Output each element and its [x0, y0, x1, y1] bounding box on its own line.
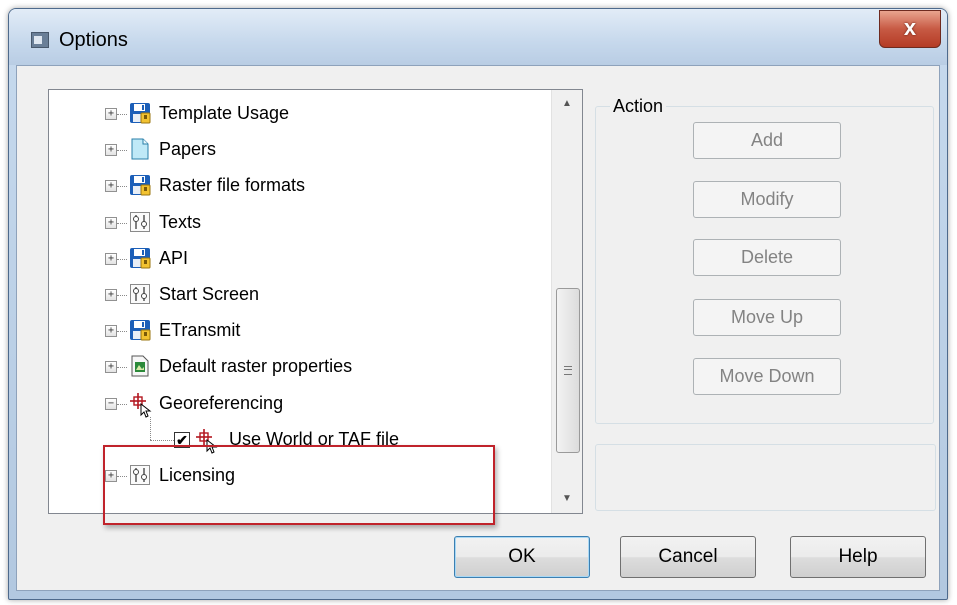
crosshair-cursor-icon	[129, 392, 152, 418]
tree-connector	[117, 331, 127, 333]
title-bar[interactable]: Options x	[9, 9, 947, 65]
tree-connector	[117, 295, 127, 296]
tree-item[interactable]: + ETransmit	[49, 316, 549, 346]
window-icon	[31, 32, 49, 48]
delete-button[interactable]: Delete	[693, 239, 841, 276]
move-down-button[interactable]: Move Down	[693, 358, 841, 395]
scroll-grip-icon	[564, 366, 572, 375]
tree-connector	[117, 403, 127, 405]
action-group-label: Action	[610, 96, 667, 117]
tree-connector	[117, 150, 127, 152]
expand-icon[interactable]: +	[105, 108, 117, 120]
expand-icon[interactable]: +	[105, 325, 117, 338]
tree-item-label: Papers	[159, 139, 217, 160]
tree-item[interactable]: + API	[49, 244, 549, 274]
add-button[interactable]: Add	[693, 122, 841, 159]
scroll-thumb[interactable]	[556, 288, 580, 453]
highlight-annotation	[103, 445, 495, 525]
expand-icon[interactable]: +	[105, 216, 117, 229]
expand-icon[interactable]: +	[105, 361, 117, 374]
collapse-icon[interactable]: −	[105, 397, 117, 410]
options-dialog: Options x + Template Usage + Papers + Raster …	[8, 8, 948, 600]
tree-item-label: Template Usage	[159, 103, 290, 123]
tree-connector	[150, 416, 151, 440]
vertical-scrollbar[interactable]: ▲ ▼	[551, 90, 582, 513]
expand-icon[interactable]: +	[105, 289, 117, 301]
tree-item-label: Raster file formats	[159, 175, 306, 196]
tree-item-label: Default raster properties	[159, 356, 353, 377]
move-up-button[interactable]: Move Up	[693, 299, 841, 336]
expand-icon[interactable]: +	[105, 144, 117, 157]
tree-item-label: Texts	[159, 211, 202, 232]
cancel-button[interactable]: Cancel	[620, 536, 756, 578]
tree-connector	[117, 114, 127, 115]
tree-item[interactable]: + Template Usage	[49, 99, 549, 129]
settings-sliders-icon	[129, 211, 151, 233]
tree-connector	[117, 367, 127, 369]
save-disk-icon	[129, 174, 151, 196]
ok-button[interactable]: OK	[454, 536, 590, 578]
tree-connector	[117, 258, 127, 260]
save-disk-icon	[129, 102, 151, 124]
tree-item-label: ETransmit	[159, 320, 241, 341]
tree-item-label: API	[159, 247, 189, 268]
scroll-up-arrow[interactable]: ▲	[552, 90, 582, 118]
expand-icon[interactable]: +	[105, 180, 117, 193]
document-icon	[129, 138, 151, 160]
scroll-down-arrow[interactable]: ▼	[552, 485, 582, 513]
tree-item-label: Georeferencing	[159, 392, 284, 413]
tree-connector	[117, 186, 127, 188]
tree-item-label: Start Screen	[159, 284, 260, 304]
settings-sliders-icon	[129, 283, 151, 305]
expand-icon[interactable]: +	[105, 252, 117, 265]
close-button[interactable]: x	[879, 10, 941, 48]
tree-item[interactable]: + Papers	[49, 135, 549, 165]
save-disk-icon	[129, 247, 151, 269]
tree-connector	[150, 439, 174, 441]
tree-item[interactable]: + Texts	[49, 208, 549, 238]
dialog-client-area: + Template Usage + Papers + Raster file forma…	[16, 65, 940, 591]
window-title: Options	[59, 29, 128, 51]
save-disk-icon	[129, 319, 151, 341]
tree-item[interactable]: + Default raster properties	[49, 352, 549, 382]
info-panel	[595, 444, 936, 511]
help-button[interactable]: Help	[790, 536, 926, 578]
tree-item[interactable]: − Georeferencing	[49, 389, 549, 419]
raster-properties-icon	[129, 355, 151, 377]
modify-button[interactable]: Modify	[693, 181, 841, 218]
tree-item[interactable]: + Raster file formats	[49, 171, 549, 201]
tree-connector	[117, 222, 127, 224]
tree-item[interactable]: + Start Screen	[49, 280, 549, 310]
